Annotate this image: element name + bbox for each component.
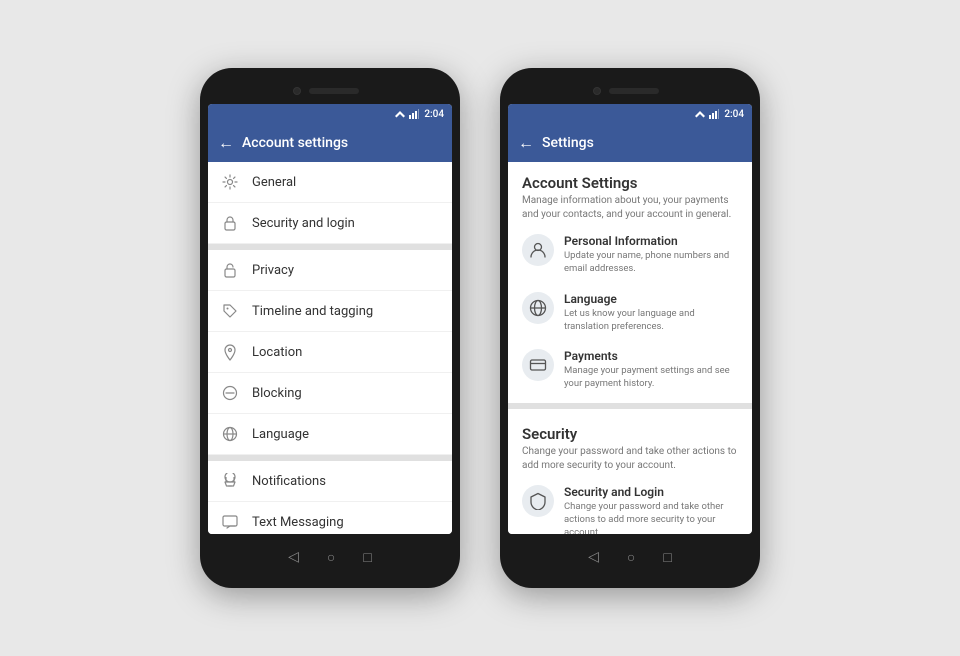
bottom-nav-2: ◁ ○ □ [508, 538, 752, 576]
camera-2 [593, 87, 601, 95]
globe-icon-2 [522, 292, 554, 324]
menu-list-1: General Security and login [208, 162, 452, 534]
settings-item-language-title: Language [564, 292, 738, 306]
phone-top-2 [508, 80, 752, 102]
menu-section-1: General Security and login [208, 162, 452, 244]
screen-2: 2:04 ← Settings Account Settings Manage … [508, 104, 752, 534]
menu-item-language[interactable]: Language [208, 414, 452, 455]
nav-recent-1[interactable]: □ [363, 549, 371, 566]
time-1: 2:04 [424, 109, 444, 120]
account-settings-header: Account Settings Manage information abou… [508, 162, 752, 226]
settings-item-personal-title: Personal Information [564, 234, 738, 248]
menu-item-label-privacy: Privacy [252, 263, 294, 278]
menu-item-label-location: Location [252, 345, 302, 360]
screen-1: 2:04 ← Account settings General [208, 104, 452, 534]
settings-item-security-login-text: Security and Login Change your password … [564, 485, 738, 534]
app-bar-2: ← Settings [508, 124, 752, 162]
menu-section-2: Privacy Timeline and tagging [208, 250, 452, 455]
security-section-desc: Change your password and take other acti… [522, 445, 738, 473]
menu-item-security[interactable]: Security and login [208, 203, 452, 244]
status-icons-2: 2:04 [694, 109, 744, 120]
settings-item-security-login[interactable]: Security and Login Change your password … [508, 477, 752, 534]
settings-item-language-text: Language Let us know your language and t… [564, 292, 738, 334]
tag-icon [220, 301, 240, 321]
settings-item-security-login-title: Security and Login [564, 485, 738, 499]
nav-back-1[interactable]: ◁ [288, 549, 299, 565]
nav-home-1[interactable]: ○ [327, 549, 335, 566]
back-button-1[interactable]: ← [218, 133, 234, 153]
menu-item-label-notifications: Notifications [252, 474, 326, 489]
app-bar-title-1: Account settings [242, 135, 442, 151]
app-bar-1: ← Account settings [208, 124, 452, 162]
lock-icon [220, 213, 240, 233]
menu-item-general[interactable]: General [208, 162, 452, 203]
card-icon [522, 349, 554, 381]
status-bar-1: 2:04 [208, 104, 452, 124]
menu-item-location[interactable]: Location [208, 332, 452, 373]
back-button-2[interactable]: ← [518, 133, 534, 153]
message-icon [220, 512, 240, 532]
menu-section-3: Notifications Text Messaging [208, 461, 452, 534]
status-bar-2: 2:04 [508, 104, 752, 124]
settings-item-language[interactable]: Language Let us know your language and t… [508, 284, 752, 342]
settings-item-payments-title: Payments [564, 349, 738, 363]
signal-icon-2 [709, 109, 719, 119]
menu-item-label-timeline: Timeline and tagging [252, 304, 373, 319]
wifi-icon [394, 109, 406, 119]
settings-item-payments[interactable]: Payments Manage your payment settings an… [508, 341, 752, 399]
menu-item-label-security: Security and login [252, 216, 355, 231]
globe-icon [220, 424, 240, 444]
menu-item-timeline[interactable]: Timeline and tagging [208, 291, 452, 332]
settings-divider-1 [508, 403, 752, 409]
person-icon [522, 234, 554, 266]
security-section-title: Security [522, 425, 738, 443]
notifications-icon [220, 471, 240, 491]
menu-item-privacy[interactable]: Privacy [208, 250, 452, 291]
gear-icon [220, 172, 240, 192]
signal-icon [409, 109, 419, 119]
settings-item-personal[interactable]: Personal Information Update your name, p… [508, 226, 752, 284]
status-icons-1: 2:04 [394, 109, 444, 120]
menu-item-label-text-messaging: Text Messaging [252, 515, 344, 530]
menu-item-label-blocking: Blocking [252, 386, 302, 401]
nav-home-2[interactable]: ○ [627, 549, 635, 566]
speaker-1 [309, 88, 359, 94]
bottom-nav-1: ◁ ○ □ [208, 538, 452, 576]
account-settings-title: Account Settings [522, 174, 738, 192]
account-settings-desc: Manage information about you, your payme… [522, 194, 738, 222]
minus-circle-icon [220, 383, 240, 403]
menu-item-blocking[interactable]: Blocking [208, 373, 452, 414]
camera-1 [293, 87, 301, 95]
speaker-2 [609, 88, 659, 94]
settings-item-personal-desc: Update your name, phone numbers and emai… [564, 249, 738, 276]
phone-top-1 [208, 80, 452, 102]
phones-container: 2:04 ← Account settings General [200, 68, 760, 588]
settings-item-payments-desc: Manage your payment settings and see you… [564, 364, 738, 391]
settings-content: Account Settings Manage information abou… [508, 162, 752, 534]
app-bar-title-2: Settings [542, 135, 742, 151]
menu-item-notifications[interactable]: Notifications [208, 461, 452, 502]
shield-icon [522, 485, 554, 517]
settings-item-language-desc: Let us know your language and translatio… [564, 307, 738, 334]
settings-item-personal-text: Personal Information Update your name, p… [564, 234, 738, 276]
menu-item-label-general: General [252, 175, 296, 190]
time-2: 2:04 [724, 109, 744, 120]
settings-item-security-login-desc: Change your password and take other acti… [564, 500, 738, 534]
wifi-icon-2 [694, 109, 706, 119]
location-icon [220, 342, 240, 362]
security-section-header: Security Change your password and take o… [508, 413, 752, 477]
menu-item-text-messaging[interactable]: Text Messaging [208, 502, 452, 534]
nav-recent-2[interactable]: □ [663, 549, 671, 566]
phone-1: 2:04 ← Account settings General [200, 68, 460, 588]
nav-back-2[interactable]: ◁ [588, 549, 599, 565]
settings-item-payments-text: Payments Manage your payment settings an… [564, 349, 738, 391]
phone-2: 2:04 ← Settings Account Settings Manage … [500, 68, 760, 588]
menu-item-label-language: Language [252, 427, 309, 442]
lock-open-icon [220, 260, 240, 280]
